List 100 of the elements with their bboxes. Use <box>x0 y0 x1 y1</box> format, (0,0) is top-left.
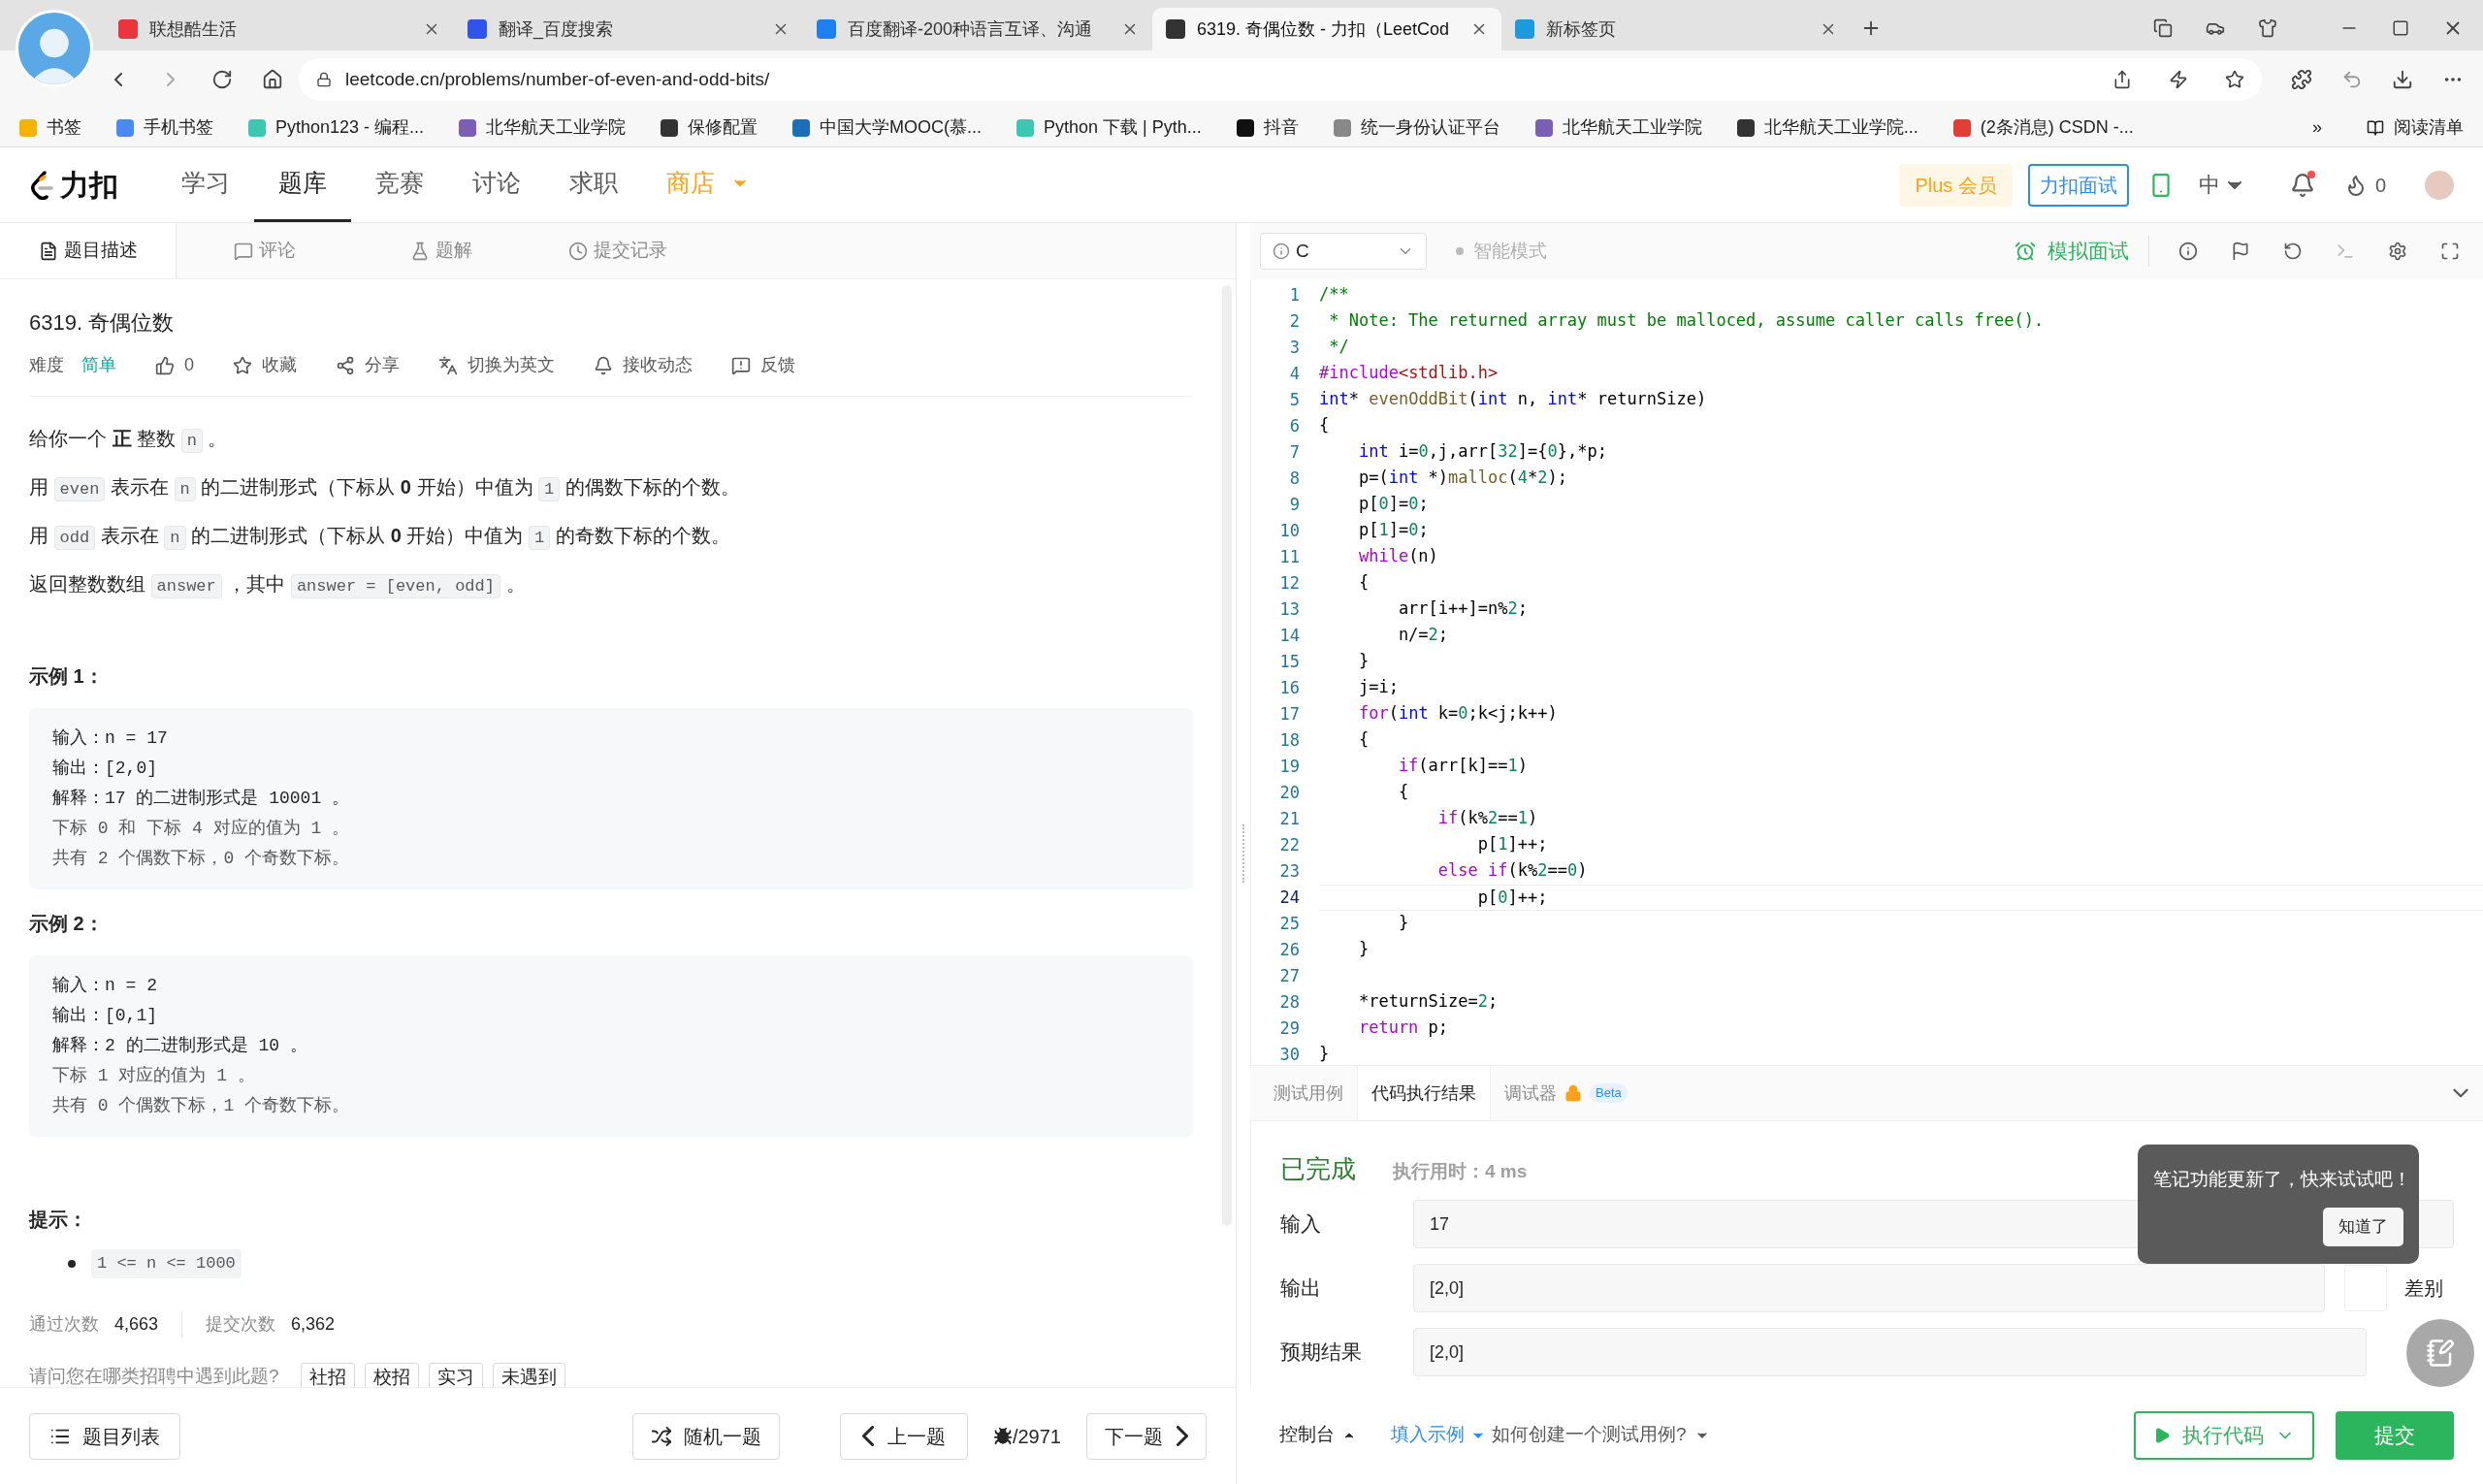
line-number: 14 <box>1278 624 1300 647</box>
console-tab[interactable]: 代码执行结果 <box>1357 1066 1491 1120</box>
help-link[interactable]: 如何创建一个测试用例? <box>1492 1421 1710 1449</box>
fullscreen-icon[interactable] <box>2440 242 2460 261</box>
line-number: 6 <box>1288 414 1300 437</box>
browser-tab[interactable]: 翻译_百度搜索 <box>454 8 803 50</box>
line-number: 5 <box>1288 388 1300 411</box>
browser-tab[interactable]: 新标签页 <box>1501 8 1851 50</box>
tab-title: 新标签页 <box>1546 17 1617 41</box>
survey-option[interactable]: 未遇到 <box>492 1362 565 1387</box>
bookmark[interactable]: 北华航天工业学院 <box>459 114 627 141</box>
survey-option[interactable]: 实习 <box>428 1362 483 1387</box>
line-number: 18 <box>1278 728 1300 752</box>
next-button[interactable]: 下一题 <box>1086 1412 1207 1460</box>
example-line: 输入：n = 2 <box>52 975 158 997</box>
line-number: 9 <box>1288 493 1300 516</box>
interview-button[interactable]: 力扣面试 <box>2027 163 2129 207</box>
nav-link[interactable]: 竞赛 <box>351 147 448 222</box>
settings-icon[interactable] <box>2388 242 2407 261</box>
alarm-clock-icon <box>2015 241 2036 262</box>
code-line: } <box>1397 912 1410 934</box>
action-link[interactable]: 反馈 <box>731 352 795 378</box>
bookmark[interactable]: 手机书签 <box>116 114 213 141</box>
diff-toggle[interactable] <box>2344 1265 2387 1311</box>
bookmark[interactable]: Python 下载 | Pyth... <box>1016 114 1202 141</box>
bookmark[interactable]: 保修配置 <box>661 114 758 141</box>
example-title: 示例 1： <box>29 664 105 689</box>
console-toggle[interactable]: 控制台 <box>1279 1421 1356 1449</box>
code-line: #include<stdlib.h> <box>1319 362 1499 384</box>
bookmark[interactable]: 北华航天工业学院 <box>1534 114 1702 141</box>
language-select[interactable]: C <box>1260 233 1427 270</box>
drag-handle[interactable] <box>1242 824 1245 883</box>
book-icon[interactable] <box>2367 118 2384 137</box>
line-number: 27 <box>1278 964 1300 987</box>
problem-counter: /2971 <box>1012 1424 1061 1449</box>
line-number: 15 <box>1278 650 1300 673</box>
more-bookmarks[interactable]: » <box>2312 114 2322 141</box>
like-button[interactable]: 0 <box>155 352 194 378</box>
reload-icon[interactable] <box>211 69 233 90</box>
hint-code: 1 <= n <= 1000 <box>91 1249 242 1278</box>
tab-title: 6319. 奇偶位数 - 力扣（LeetCod <box>1197 17 1451 41</box>
bookmark[interactable]: 北华航天工业学院... <box>1736 114 1919 141</box>
play-icon <box>2153 1426 2171 1444</box>
bookmark[interactable]: 抖音 <box>1236 114 1299 141</box>
bell-icon[interactable] <box>2289 172 2315 198</box>
bell-icon <box>594 355 613 375</box>
code-line: arr[i++]=n%2; <box>1397 597 1529 620</box>
site-logo[interactable]: 力扣 <box>29 163 118 207</box>
browser-tab[interactable]: 百度翻译-200种语言互译、沟通 <box>803 8 1152 50</box>
action-link[interactable]: 收藏 <box>233 352 297 378</box>
action-link[interactable]: 切换为英文 <box>438 352 555 378</box>
bookmark[interactable]: Python123 - 编程... <box>248 114 425 141</box>
flask-icon <box>410 241 430 261</box>
star-icon[interactable] <box>2225 70 2244 89</box>
download-icon[interactable] <box>2392 69 2413 90</box>
reading-list[interactable]: 阅读清单 <box>2394 114 2464 141</box>
got-it-button[interactable]: 知道了 <box>2323 1207 2403 1246</box>
points[interactable]: 0 <box>2343 170 2386 200</box>
browser-tab[interactable]: 6319. 奇偶位数 - 力扣（LeetCod <box>1152 8 1501 50</box>
browser-tab[interactable]: 联想酷生活 <box>105 8 454 50</box>
bookmark[interactable]: 中国大学MOOC(慕... <box>792 114 983 141</box>
problem-tab[interactable]: 题目描述 <box>0 223 177 278</box>
address-bar[interactable]: leetcode.cn/problems/number-of-even-and-odd-bits/ <box>299 58 2262 101</box>
bookmark[interactable]: 书签 <box>19 114 81 141</box>
code-line: if(k%2==1) <box>1436 807 1539 829</box>
nav-link[interactable]: 讨论 <box>448 147 545 222</box>
fill-example-link[interactable]: 填入示例 <box>1391 1421 1486 1449</box>
bookmark[interactable]: (2条消息) CSDN -... <box>1952 114 2134 141</box>
home-icon[interactable] <box>262 69 283 90</box>
language-selector[interactable]: 中 <box>2198 169 2241 201</box>
problem-list-button[interactable]: 题目列表 <box>29 1412 180 1460</box>
flag-icon[interactable] <box>2231 242 2250 261</box>
undo-icon[interactable] <box>2341 69 2363 90</box>
action-link[interactable]: 接收动态 <box>594 352 693 378</box>
tab-actions-icon[interactable] <box>2153 18 2173 38</box>
share-icon <box>336 355 355 375</box>
code-line: { <box>1357 571 1370 594</box>
reset-icon[interactable] <box>2283 242 2303 261</box>
info-icon[interactable] <box>2178 242 2198 261</box>
maximize-icon[interactable] <box>2392 19 2409 37</box>
line-number: 29 <box>1278 1016 1300 1040</box>
example-line: 下标 1 对应的值为 1 。 <box>52 1065 256 1087</box>
nav-link[interactable]: 学习 <box>157 147 254 222</box>
survey-option[interactable]: 社招 <box>300 1362 355 1387</box>
lightning-icon[interactable] <box>2169 70 2188 89</box>
line-number: 23 <box>1278 859 1300 883</box>
code-line: int i=0,j,arr[32]={0},*p; <box>1357 440 1608 463</box>
bookmark[interactable]: 统一身份认证平台 <box>1333 114 1500 141</box>
prev-button[interactable]: 上一题 <box>839 1412 968 1460</box>
code-line: else if(k%2==0) <box>1436 859 1589 882</box>
random-button[interactable]: 随机一题 <box>631 1412 780 1460</box>
extensions-icon[interactable] <box>2291 69 2312 90</box>
survey-option[interactable]: 校招 <box>364 1362 419 1387</box>
action-link[interactable]: 分享 <box>336 352 400 378</box>
shirt-icon[interactable] <box>2258 18 2277 38</box>
nav-link[interactable]: 求职 <box>545 147 642 222</box>
example-line: 下标 0 和 下标 4 对应的值为 1 。 <box>52 818 351 840</box>
code-line: n/=2; <box>1397 624 1450 646</box>
line-number: 8 <box>1288 467 1300 490</box>
share-icon[interactable] <box>2112 70 2132 89</box>
